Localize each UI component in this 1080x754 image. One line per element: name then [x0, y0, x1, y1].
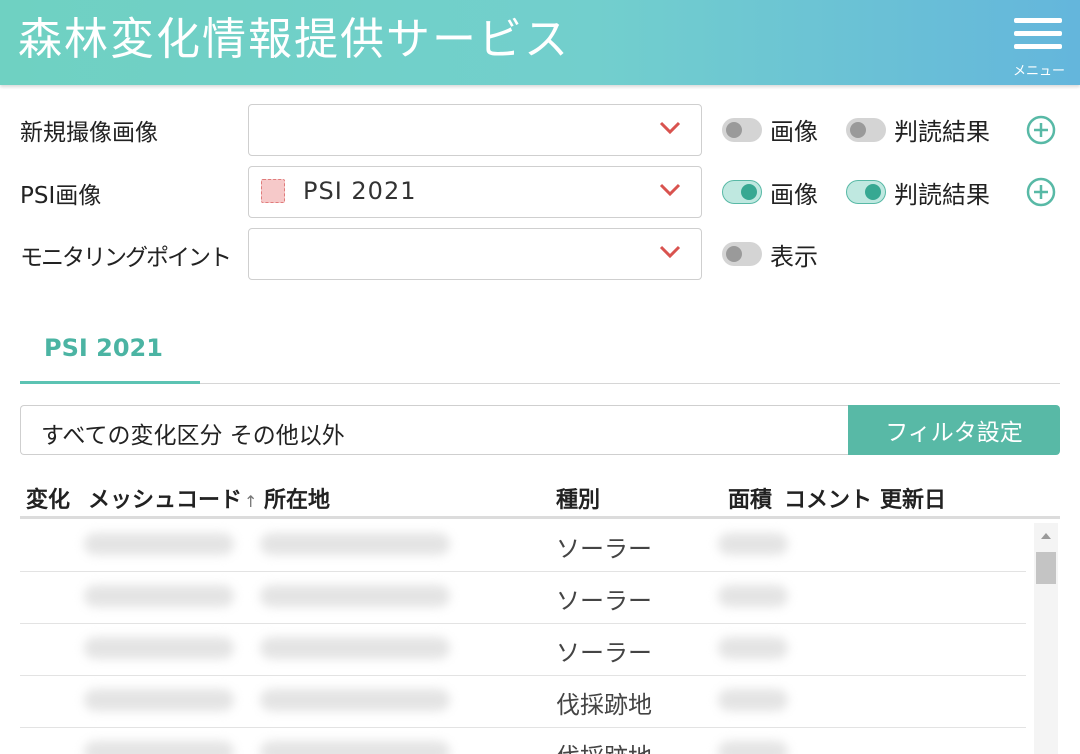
psi-image-select-value: PSI 2021 [303, 177, 417, 205]
toggle-knob [741, 184, 757, 200]
hamburger-icon-bar [1014, 44, 1062, 49]
new-image-image-toggle-label: 画像 [770, 118, 818, 146]
psi-image-result-toggle-label: 判読結果 [894, 181, 990, 209]
redacted-location [260, 689, 450, 711]
results-table-body[interactable]: ソーラー ソーラー ソーラー 伐採跡地 伐採跡地 [20, 519, 1060, 754]
chevron-down-icon [659, 183, 681, 197]
new-image-result-toggle[interactable] [846, 118, 886, 142]
psi-image-image-toggle-label: 画像 [770, 181, 818, 209]
sort-ascending-icon: ↑ [244, 492, 258, 511]
monitoring-point-select[interactable] [248, 228, 702, 280]
scroll-up-arrow-icon[interactable] [1034, 527, 1058, 545]
new-image-select[interactable] [248, 104, 702, 156]
scrollbar-thumb[interactable] [1036, 552, 1056, 584]
redacted-area [718, 533, 788, 555]
app-header: 森林変化情報提供サービス メニュー [0, 0, 1080, 85]
new-image-image-toggle[interactable] [722, 118, 762, 142]
filter-settings-button[interactable]: フィルタ設定 [848, 405, 1060, 455]
monitoring-point-label: モニタリングポイント [20, 245, 232, 271]
cell-type: ソーラー [556, 639, 652, 667]
new-image-label: 新規撮像画像 [20, 120, 158, 146]
filter-summary: すべての変化区分 その他以外 [20, 405, 848, 455]
chevron-down-icon [659, 245, 681, 259]
hamburger-icon-bar [1014, 31, 1062, 36]
filter-summary-text: すべての変化区分 その他以外 [41, 423, 345, 449]
redacted-location [260, 637, 450, 659]
table-row[interactable]: ソーラー [20, 571, 1026, 624]
table-row[interactable]: ソーラー [20, 519, 1026, 572]
column-header-mesh-code-label: メッシュコード [88, 488, 243, 513]
redacted-mesh-code [84, 689, 234, 711]
psi-image-image-toggle[interactable] [722, 180, 762, 204]
cell-type: ソーラー [556, 587, 652, 615]
chevron-down-icon [659, 121, 681, 135]
active-tab-indicator [20, 381, 200, 384]
table-row[interactable]: 伐採跡地 [20, 727, 1026, 754]
app-title: 森林変化情報提供サービス [18, 14, 570, 65]
redacted-location [260, 533, 450, 555]
column-header-updated[interactable]: 更新日 [880, 482, 946, 514]
cell-type: 伐採跡地 [556, 691, 652, 719]
monitoring-show-toggle[interactable] [722, 242, 762, 266]
table-row[interactable]: ソーラー [20, 623, 1026, 676]
redacted-area [718, 689, 788, 711]
toggle-knob [865, 184, 881, 200]
column-header-type[interactable]: 種別 [556, 482, 600, 514]
redacted-area [718, 637, 788, 659]
toggle-knob [850, 122, 866, 138]
psi-image-label: PSI画像 [20, 183, 102, 209]
layer-color-swatch [261, 179, 285, 203]
redacted-mesh-code [84, 637, 234, 659]
add-circle-icon[interactable] [1026, 115, 1056, 145]
table-row[interactable]: 伐採跡地 [20, 675, 1026, 728]
toggle-knob [726, 246, 742, 262]
menu-label: メニュー [1012, 64, 1065, 79]
column-header-change[interactable]: 変化 [26, 482, 70, 514]
column-header-area[interactable]: 面積 [728, 482, 772, 514]
column-header-location[interactable]: 所在地 [264, 482, 330, 514]
redacted-area [718, 741, 788, 754]
column-header-comment[interactable]: コメント [784, 482, 872, 514]
menu-button[interactable]: メニュー [1008, 16, 1070, 79]
tab-psi-2021[interactable]: PSI 2021 [44, 334, 163, 362]
monitoring-show-toggle-label: 表示 [770, 243, 818, 271]
redacted-mesh-code [84, 585, 234, 607]
hamburger-icon[interactable] [1014, 18, 1062, 23]
redacted-location [260, 585, 450, 607]
cell-type: 伐採跡地 [556, 737, 652, 754]
new-image-result-toggle-label: 判読結果 [894, 118, 990, 146]
psi-image-select[interactable]: PSI 2021 [248, 166, 702, 218]
psi-image-result-toggle[interactable] [846, 180, 886, 204]
redacted-mesh-code [84, 741, 234, 754]
redacted-mesh-code [84, 533, 234, 555]
toggle-knob [726, 122, 742, 138]
add-circle-icon[interactable] [1026, 177, 1056, 207]
redacted-location [260, 741, 450, 754]
column-header-mesh-code[interactable]: メッシュコード ↑ [88, 482, 257, 514]
cell-type: ソーラー [556, 535, 652, 563]
redacted-area [718, 585, 788, 607]
